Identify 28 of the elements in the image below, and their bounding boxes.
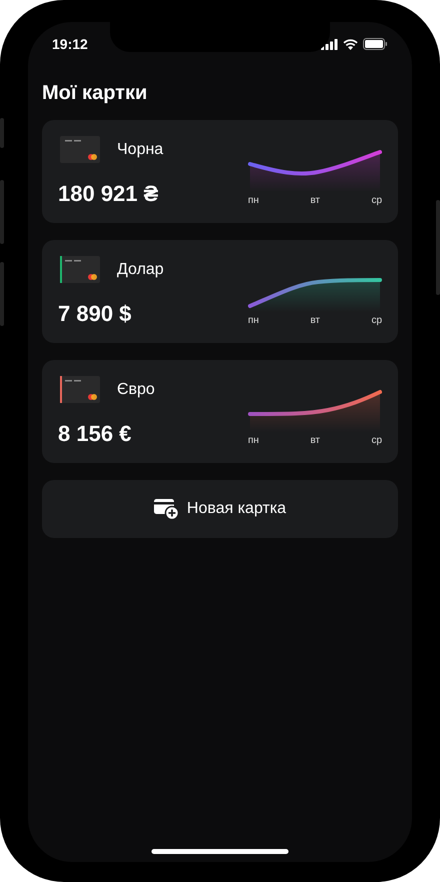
day-label: пн <box>248 195 259 206</box>
card-name: Долар <box>117 260 164 278</box>
card-balance: 7 890 $ <box>58 301 132 327</box>
card-panel[interactable]: Євро 8 156 € пн вт ср <box>42 360 398 463</box>
card-thumbnail-icon <box>58 376 100 403</box>
card-thumbnail-icon <box>58 136 100 163</box>
day-label: ср <box>371 195 382 206</box>
day-label: ср <box>371 315 382 326</box>
day-label: вт <box>310 195 320 206</box>
card-balance: 8 156 € <box>58 421 132 447</box>
day-label: вт <box>310 315 320 326</box>
card-panel[interactable]: Чорна 180 921 ₴ пн вт ср <box>42 120 398 223</box>
day-label: пн <box>248 315 259 326</box>
card-thumbnail-icon <box>58 256 100 283</box>
day-label: пн <box>248 435 259 446</box>
card-balance: 180 921 ₴ <box>58 181 160 207</box>
new-card-button[interactable]: Новая картка <box>42 480 398 538</box>
page-title: Мої картки <box>42 82 148 105</box>
status-time: 19:12 <box>52 36 88 52</box>
card-name: Євро <box>117 380 155 398</box>
card-name: Чорна <box>117 140 164 158</box>
wifi-icon <box>343 38 358 50</box>
day-label: вт <box>310 435 320 446</box>
add-card-icon <box>154 498 179 520</box>
battery-icon <box>363 38 388 50</box>
signal-icon <box>321 38 338 50</box>
day-label: ср <box>371 435 382 446</box>
card-panel[interactable]: Долар 7 890 $ пн вт ср <box>42 240 398 343</box>
